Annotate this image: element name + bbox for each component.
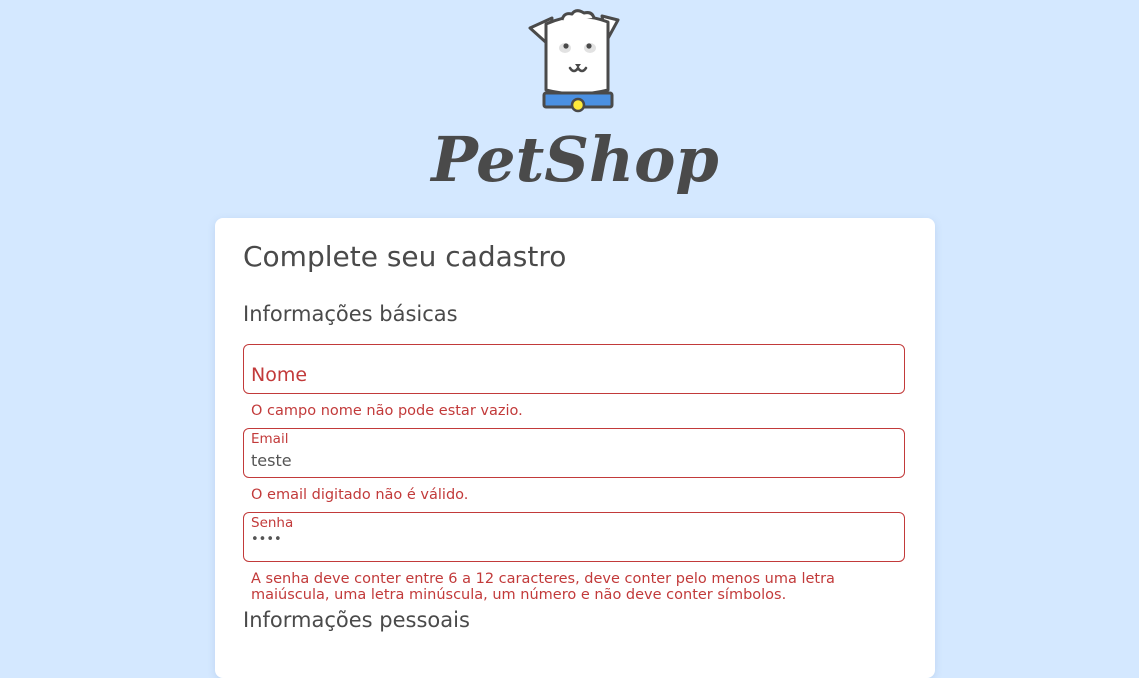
password-field-value: •••• xyxy=(251,532,282,547)
section-basic-info: Informações básicas xyxy=(243,302,458,326)
brand-name: PetShop xyxy=(431,123,719,196)
section-personal-info: Informações pessoais xyxy=(243,608,470,632)
password-field[interactable]: Senha •••• xyxy=(243,512,905,562)
password-field-label: Senha xyxy=(251,515,294,531)
page-header: PetShop xyxy=(0,0,1139,216)
registration-card: Complete seu cadastro Informações básica… xyxy=(215,218,935,678)
form-title: Complete seu cadastro xyxy=(243,240,567,273)
name-error-message: O campo nome não pode estar vazio. xyxy=(251,403,523,419)
email-field-value: teste xyxy=(251,451,292,470)
email-error-message: O email digitado não é válido. xyxy=(251,487,469,503)
name-field-label: Nome xyxy=(251,364,308,386)
name-field[interactable]: Nome xyxy=(243,344,905,394)
email-field-label: Email xyxy=(251,431,289,447)
email-field[interactable]: Email teste xyxy=(243,428,905,478)
password-error-message: A senha deve conter entre 6 a 12 caracte… xyxy=(251,571,835,603)
dog-mascot-icon xyxy=(528,9,620,113)
